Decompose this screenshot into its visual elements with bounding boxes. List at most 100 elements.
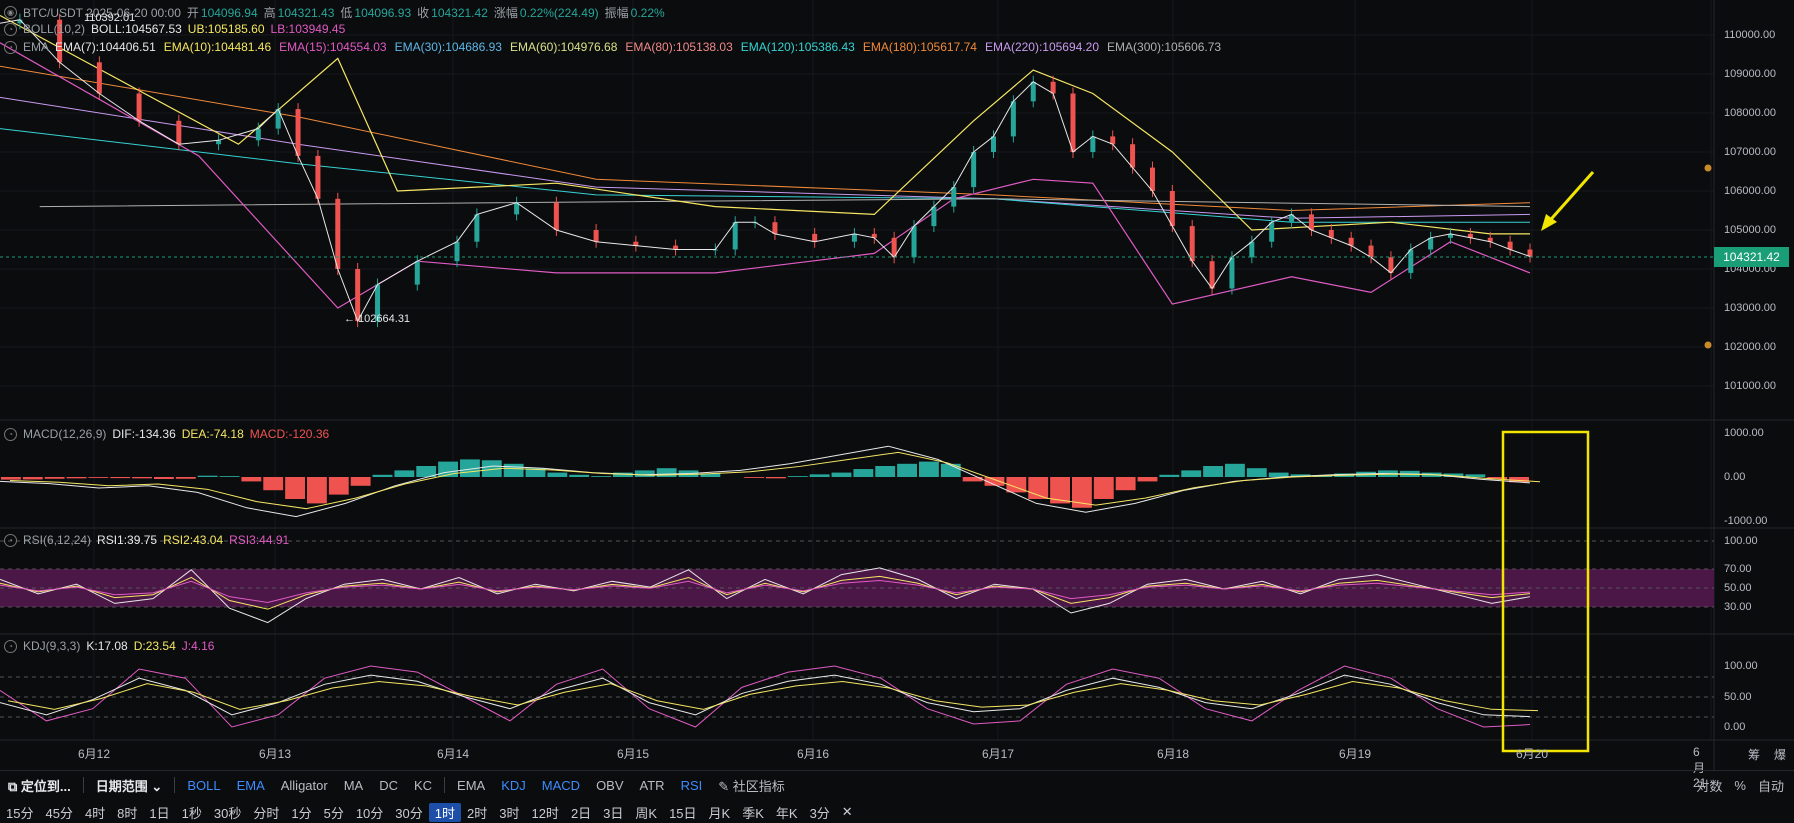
ema-value-1: EMA(10):104481.46: [163, 40, 272, 54]
locate-button[interactable]: ⧉ 定位到...: [0, 776, 79, 795]
ema-value-3: EMA(30):104686.93: [394, 40, 502, 54]
ema-line: [39, 198, 1531, 208]
open-value: 104096.94: [200, 5, 258, 20]
close-label: 收: [417, 6, 430, 20]
kdj-j: J:4.16: [181, 639, 215, 653]
marker-dot: [1704, 164, 1712, 172]
interval-年K[interactable]: 年K: [770, 803, 804, 822]
bell-icon[interactable]: ◔: [4, 639, 17, 653]
macd-bar: [219, 476, 240, 477]
macd-bar: [766, 477, 786, 479]
time-tick: 6月13: [258, 747, 292, 761]
indicator-macd[interactable]: MACD: [534, 778, 588, 793]
indicator-obv[interactable]: OBV: [588, 778, 631, 793]
interval-10分[interactable]: 10分: [350, 803, 389, 822]
interval-2时[interactable]: 2时: [461, 803, 493, 822]
ema-value-5: EMA(80):105138.03: [625, 40, 733, 54]
price-tick: 103000.00: [1724, 302, 1776, 314]
interval-1日[interactable]: 1日: [143, 803, 175, 822]
price-axis[interactable]: 110000.00 109000.00 108000.00 107000.00 1060…: [1714, 0, 1794, 770]
interval-5分[interactable]: 5分: [318, 803, 350, 822]
interval-15日[interactable]: 15日: [663, 803, 702, 822]
community-indicators-button[interactable]: ✎ 社区指标: [710, 776, 793, 795]
time-tick: 6月17: [981, 747, 1015, 761]
candle: [1229, 257, 1235, 289]
bell-icon[interactable]: ◔: [4, 427, 17, 441]
macd-bar: [350, 477, 371, 486]
date-range-button[interactable]: 日期范围 ⌄: [88, 776, 171, 795]
indicator-ma[interactable]: MA: [336, 778, 372, 793]
time-axis[interactable]: 6月12 6月13 6月14 6月15 6月16 6月17 6月18 6月19 6月20 6月21: [0, 745, 1714, 790]
sub-indicator-list: EMA KDJ MACD OBV ATR RSI: [449, 778, 710, 793]
scale-option[interactable]: %: [1734, 778, 1746, 793]
candle: [1050, 81, 1056, 94]
macd-bar: [1203, 466, 1223, 477]
interval-3时[interactable]: 3时: [493, 803, 525, 822]
candle: [971, 152, 977, 188]
liquidation-label[interactable]: 爆: [1774, 746, 1786, 763]
interval-30分[interactable]: 30分: [389, 803, 428, 822]
interval-30秒[interactable]: 30秒: [208, 803, 247, 822]
macd-tick: 1000.00: [1724, 427, 1764, 439]
kdj-name: KDJ(9,3,3): [23, 639, 81, 653]
chips-label[interactable]: 筹: [1748, 746, 1760, 763]
interval-1秒[interactable]: 1秒: [176, 803, 208, 822]
eye-icon[interactable]: ◉: [4, 6, 17, 19]
divider: [82, 777, 84, 793]
interval-1时[interactable]: 1时: [428, 802, 461, 822]
interval-45分[interactable]: 45分: [39, 803, 78, 822]
kdj-k: K:17.08: [86, 639, 128, 653]
rsi2-value: RSI2:43.04: [163, 533, 224, 547]
rsi-tick: 30.00: [1724, 601, 1752, 613]
high-label: 高: [263, 6, 276, 20]
macd-bar: [591, 476, 611, 477]
close-icon[interactable]: ✕: [836, 804, 859, 820]
interval-分时[interactable]: 分时: [247, 803, 285, 822]
indicator-ema[interactable]: EMA: [449, 778, 493, 793]
interval-12时[interactable]: 12时: [525, 803, 564, 822]
rsi-tick: 70.00: [1724, 563, 1752, 575]
interval-3分[interactable]: 3分: [804, 803, 836, 822]
interval-1分[interactable]: 1分: [285, 803, 317, 822]
ema-value-0: EMA(7):104406.51: [55, 40, 156, 54]
bell-icon[interactable]: ◔: [4, 533, 17, 547]
interval-周K[interactable]: 周K: [629, 803, 663, 822]
interval-8时[interactable]: 8时: [111, 803, 143, 822]
chart-canvas[interactable]: [0, 0, 1794, 823]
bell-icon[interactable]: ◔: [4, 40, 17, 54]
ema-value-4: EMA(60):104976.68: [509, 40, 618, 54]
macd-bar: [88, 477, 109, 478]
macd-bar: [285, 477, 305, 499]
interval-2日[interactable]: 2日: [565, 803, 597, 822]
indicator-kdj[interactable]: KDJ: [493, 778, 534, 793]
interval-季K[interactable]: 季K: [736, 803, 770, 822]
rsi-name: RSI(6,12,24): [23, 533, 92, 547]
time-tick: 6月19: [1338, 747, 1372, 761]
bell-icon[interactable]: ◔: [4, 22, 17, 36]
interval-15分[interactable]: 15分: [0, 803, 39, 822]
interval-4时[interactable]: 4时: [79, 803, 111, 822]
time-tick: 6月14: [436, 747, 470, 761]
macd-bar: [744, 477, 764, 478]
macd-value: MACD:-120.36: [249, 427, 330, 441]
indicator-kc[interactable]: KC: [406, 778, 440, 793]
scale-option[interactable]: 对数: [1696, 776, 1722, 795]
scale-option[interactable]: 自动: [1758, 776, 1784, 795]
indicator-rsi[interactable]: RSI: [673, 778, 711, 793]
macd-bar: [175, 477, 196, 479]
edit-icon: ✎: [718, 778, 730, 794]
indicator-alligator[interactable]: Alligator: [273, 778, 336, 793]
candle: [931, 206, 937, 227]
interval-月K[interactable]: 月K: [703, 803, 737, 822]
candle: [1428, 237, 1434, 250]
macd-bar: [372, 474, 393, 477]
macd-bar: [1137, 477, 1158, 482]
macd-bar: [569, 474, 590, 477]
candle: [315, 155, 321, 199]
low-label: 低: [340, 6, 353, 20]
indicator-dc[interactable]: DC: [371, 778, 406, 793]
indicator-atr[interactable]: ATR: [632, 778, 673, 793]
indicator-ema[interactable]: EMA: [229, 778, 273, 793]
interval-3日[interactable]: 3日: [597, 803, 629, 822]
indicator-boll[interactable]: BOLL: [179, 778, 228, 793]
